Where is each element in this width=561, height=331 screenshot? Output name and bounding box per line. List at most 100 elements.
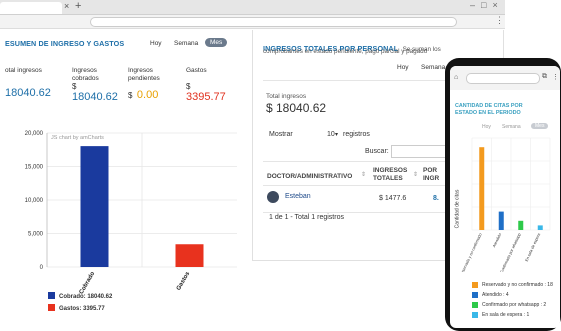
metric-gastos: Gastos $ 3395.77 (186, 67, 236, 103)
x-tick-label: En sala de espera (525, 232, 542, 262)
metric-currency: $ (128, 91, 133, 100)
table-footer: 1 de 1 - Total 1 registros (269, 214, 344, 221)
x-tick-label: Atendido (492, 233, 502, 248)
legend-item: Reservado y no confirmado : 18 (472, 280, 553, 290)
x-tick-label: Gastos (176, 270, 192, 291)
metric-label: Ingresos (72, 67, 97, 74)
browser-menu-icon[interactable]: ⋮ (495, 15, 504, 26)
legend-swatch (48, 292, 55, 299)
appointments-chart-title: CANTIDAD DE CITAS POR ESTADO EN EL PERIO… (455, 103, 523, 117)
x-tick-label: Reservado y no confirmado (459, 233, 482, 272)
metric-value: 18040.62 (5, 87, 51, 99)
staff-name-link[interactable]: Esteban (285, 193, 311, 200)
y-tick-label: 5,000 (28, 232, 44, 238)
legend-swatch (472, 302, 478, 308)
legend-label: Reservado y no confirmado : 18 (482, 282, 553, 288)
legend-item: En sala de espera : 1 (472, 310, 553, 320)
period-semana[interactable]: Semana (174, 40, 198, 47)
legend-item: Atendido : 4 (472, 290, 553, 300)
x-tick-label: Cobrado (79, 271, 97, 296)
appointments-legend: Reservado y no confirmado : 18 Atendido … (472, 280, 553, 320)
y-tick-label: 0 (40, 265, 44, 271)
phone-period-hoy[interactable]: Hoy (482, 124, 491, 130)
legend-label: En sala de espera : 1 (482, 312, 530, 318)
legend-label: Confirmado por whatsapp : 2 (482, 302, 547, 308)
appointment-bar (537, 225, 543, 230)
metric-currency: $ (72, 82, 77, 91)
metric-value: 0.00 (136, 89, 159, 101)
metric-label: cobrados (72, 75, 99, 82)
x-tick-label: Confirmado por whatsapp (500, 233, 522, 272)
appointment-bar (479, 147, 485, 230)
staff-period-semana[interactable]: Semana (421, 64, 445, 71)
phone-period-semana[interactable]: Semana (502, 124, 521, 130)
income-expense-chart: 20,000 15,000 10,000 5,000 0 JS chart by amCh… (25, 131, 237, 312)
total-income-value: $ 18040.62 (266, 101, 327, 115)
col-header-por-ingresos[interactable]: POR INGR (423, 167, 447, 183)
metric-ingresos-pendientes: Ingresos pendientes $ 0.00 (128, 67, 183, 103)
metric-total-ingresos: otal ingresos 18040.62 (5, 67, 65, 99)
browser-tab[interactable] (0, 2, 62, 14)
metric-label: Ingresos (128, 67, 153, 74)
appointments-chart: Reservado y no confirmado AtendidoConfirm… (459, 137, 551, 272)
legend-item: Confirmado por whatsapp : 2 (472, 300, 553, 310)
appointment-bar (518, 220, 524, 230)
records-label: registros (343, 131, 370, 138)
metric-ingresos-cobrados: Ingresos cobrados $ 18040.62 (72, 67, 132, 103)
phone-url-input[interactable] (466, 73, 540, 84)
summary-card: ESUMEN DE INGRESO Y GASTOS Hoy Semana Me… (0, 30, 237, 331)
metric-value: 18040.62 (72, 91, 118, 103)
legend-swatch (472, 292, 478, 298)
appointment-bar (498, 211, 504, 230)
window-controls[interactable]: –□× (470, 0, 504, 10)
total-income-label: Total ingresos (266, 93, 307, 100)
address-bar: ⋮ (0, 15, 505, 29)
show-label: Mostrar (269, 131, 293, 138)
sort-icon[interactable]: ⇕ (413, 171, 418, 178)
staff-period-hoy[interactable]: Hoy (397, 64, 409, 71)
title-line: CANTIDAD DE CITAS POR (455, 103, 523, 109)
browser-window: × + –□× ⋮ ESUMEN DE INGRESO Y GASTOS Hoy… (0, 0, 505, 331)
tabs-icon[interactable]: ⧉ (542, 73, 547, 81)
legend-label: Gastos: 3395.77 (59, 306, 105, 312)
home-icon[interactable]: ⌂ (454, 74, 458, 81)
title-line: ESTADO EN EL PERIODO (455, 110, 521, 116)
page-size-select[interactable]: 10 (327, 131, 335, 138)
metric-currency: $ (186, 82, 191, 91)
staff-total: $ 1477.6 (379, 195, 407, 202)
col-header-ingresos[interactable]: INGRESOS TOTALES (373, 167, 409, 183)
menu-icon[interactable]: ⋮ (552, 73, 559, 81)
legend-swatch (48, 304, 55, 311)
legend-swatch (472, 282, 478, 288)
tab-bar: × + –□× (0, 0, 505, 15)
sort-icon[interactable]: ⇕ (361, 171, 366, 178)
legend-label: Atendido : 4 (482, 292, 509, 298)
metric-label: pendientes (128, 75, 160, 82)
y-tick-label: 15,000 (25, 165, 44, 171)
chart-watermark: JS chart by amCharts (51, 135, 104, 141)
bar-gastos (175, 244, 204, 267)
metric-label: otal ingresos (5, 67, 42, 74)
url-input[interactable] (90, 17, 457, 27)
staff-partial: 8. (433, 195, 439, 202)
period-hoy[interactable]: Hoy (150, 40, 162, 47)
summary-title: ESUMEN DE INGRESO Y GASTOS (5, 39, 125, 48)
metric-value: 3395.77 (186, 91, 226, 103)
legend-label: Cobrado: 18040.62 (59, 294, 113, 300)
col-header-doctor[interactable]: DOCTOR/ADMINISTRATIVO (267, 173, 352, 181)
search-label: Buscar: (365, 148, 389, 155)
new-tab-icon[interactable]: + (75, 0, 81, 12)
metric-label: Gastos (186, 67, 207, 74)
chevron-down-icon: ▾ (335, 132, 339, 138)
legend-swatch (472, 312, 478, 318)
y-tick-label: 10,000 (25, 198, 44, 204)
bar-cobrado (80, 146, 109, 267)
phone-period-mes[interactable]: Mes (531, 123, 549, 129)
y-tick-label: 20,000 (25, 131, 44, 137)
close-tab-icon[interactable]: × (64, 1, 69, 11)
phone-browser-bar: ⌂ ⧉ ⋮ (450, 66, 560, 90)
avatar (267, 191, 279, 203)
staff-card-subtitle-line2: comprobantes en estado pendiente, pago p… (263, 48, 428, 55)
period-mes[interactable]: Mes (205, 38, 228, 47)
phone-screen: ⌂ ⧉ ⋮ CANTIDAD DE CITAS POR ESTADO EN EL… (450, 66, 560, 328)
